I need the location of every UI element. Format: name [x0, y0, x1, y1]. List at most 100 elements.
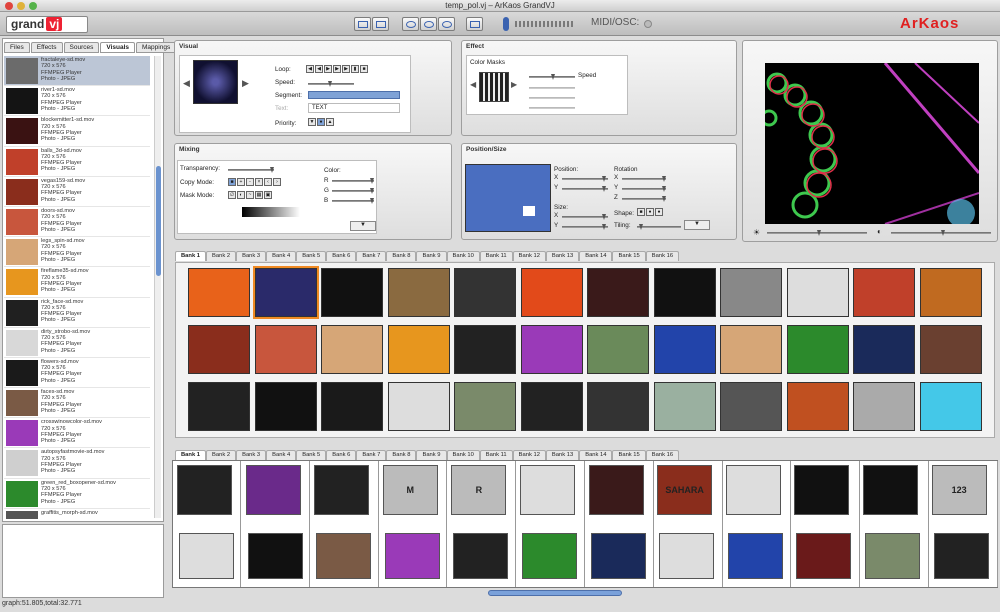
play-icon[interactable]: ▶ [324, 65, 332, 73]
bank-tab[interactable]: Bank 14 [579, 450, 613, 460]
bank-tab[interactable]: Bank 7 [356, 251, 387, 261]
next-visual-icon[interactable]: ▶ [242, 78, 249, 89]
copy-multiply-icon[interactable]: × [255, 178, 263, 186]
visual-cell[interactable] [520, 268, 583, 317]
bank-tab[interactable]: Bank 11 [479, 450, 513, 460]
rot-x-slider[interactable] [622, 176, 666, 182]
mixing-expand-icon[interactable]: ▼ [350, 221, 376, 231]
rot-y-slider[interactable] [622, 186, 666, 192]
bank-tab[interactable]: Bank 1 [175, 450, 207, 460]
sync-button[interactable] [402, 17, 419, 31]
media-item[interactable]: crosswinowcolor-sd.mov 720 x 576 FFMPEG Pl… [4, 418, 150, 449]
key-slot-top[interactable]: SAHARA [657, 465, 713, 515]
mask-luma-icon[interactable]: ◐ [237, 191, 245, 199]
visual-cell[interactable] [454, 325, 516, 374]
copy-prev-icon[interactable]: ‹ [264, 178, 272, 186]
bank-tab[interactable]: Bank 16 [645, 251, 680, 261]
red-slider[interactable] [332, 178, 374, 184]
media-item[interactable]: fractaleye-sd.mov 720 x 576 FFMPEG Player P… [4, 56, 150, 87]
key-slot-bottom[interactable] [933, 533, 989, 579]
bank-tab[interactable]: Bank 8 [386, 450, 417, 460]
media-item[interactable]: dirty_strobo-sd.mov 720 x 576 FFMPEG Playe… [4, 328, 150, 358]
visual-cell[interactable] [188, 325, 250, 374]
bank-tab[interactable]: Bank 12 [512, 251, 546, 261]
visual-cell[interactable] [387, 268, 450, 317]
key-slot-top[interactable] [520, 465, 575, 515]
position-expand-icon[interactable]: ▼ [684, 220, 710, 230]
bank-tab[interactable]: Bank 7 [356, 450, 387, 460]
visual-cell[interactable] [853, 268, 915, 317]
key-slot-bottom[interactable] [453, 533, 509, 579]
visual-cell[interactable] [919, 382, 982, 431]
shape-rect-icon[interactable]: ■ [637, 208, 645, 216]
key-slot-top[interactable]: 123 [931, 465, 987, 515]
key-slot-top[interactable] [794, 465, 850, 515]
media-item[interactable]: doors-sd.mov 720 x 576 FFMPEG Player Photo … [4, 207, 150, 238]
media-item[interactable]: faces-sd.mov 720 x 576 FFMPEG Player Photo … [4, 388, 150, 419]
effect-param-3-slider[interactable] [529, 97, 575, 99]
key-slot-top[interactable] [245, 465, 301, 515]
pause-icon[interactable]: ▮ [351, 65, 359, 73]
zoom-icon[interactable] [29, 2, 37, 10]
key-slot-top[interactable]: R [451, 465, 507, 515]
mask-gradient[interactable] [242, 207, 300, 217]
bank-tab[interactable]: Bank 1 [175, 251, 207, 261]
step-back-icon[interactable]: ◀ [315, 65, 323, 73]
visual-cell[interactable] [454, 268, 516, 317]
brightness-slider[interactable] [767, 230, 867, 236]
bank-tab[interactable]: Bank 15 [612, 251, 646, 261]
bank-tab[interactable]: Bank 4 [266, 251, 297, 261]
key-slot-bottom[interactable] [522, 533, 577, 579]
visual-cell[interactable] [786, 325, 849, 374]
key-slot-top[interactable] [177, 465, 232, 515]
visual-cell[interactable] [587, 382, 649, 431]
priority-up-icon[interactable]: ▲ [326, 118, 334, 126]
visual-cell[interactable] [254, 382, 317, 431]
effect-param-2-slider[interactable] [529, 87, 575, 89]
close-icon[interactable] [5, 2, 13, 10]
bank-tab[interactable]: Bank 13 [545, 450, 580, 460]
media-item[interactable]: river1-sd.mov 720 x 576 FFMPEG Player Photo… [4, 86, 150, 117]
stop-icon[interactable]: ■ [360, 65, 368, 73]
visual-cell[interactable] [587, 325, 649, 374]
prev-visual-icon[interactable]: ◀ [183, 78, 190, 89]
shape-sphere-icon[interactable]: ● [655, 208, 663, 216]
rewind-icon[interactable]: ◀ [306, 65, 314, 73]
visual-cell[interactable] [252, 266, 319, 319]
priority-normal-icon[interactable]: ● [317, 118, 325, 126]
rot-z-slider[interactable] [622, 196, 666, 202]
green-slider[interactable] [332, 188, 374, 194]
layout-1-button[interactable] [372, 17, 389, 31]
bank-tab[interactable]: Bank 6 [326, 450, 357, 460]
media-item[interactable]: vegas159-sd.mov 720 x 576 FFMPEG Player Pho… [4, 177, 150, 207]
key-slot-top[interactable] [863, 465, 918, 515]
key-slot-top[interactable] [588, 465, 644, 515]
fast-forward-icon[interactable]: ▶ [342, 65, 350, 73]
visual-cell[interactable] [853, 325, 915, 374]
visual-cell[interactable] [853, 382, 915, 431]
effect-speed-slider[interactable] [529, 74, 575, 80]
tab-visuals[interactable]: Visuals [100, 42, 136, 53]
key-slot-top[interactable] [725, 465, 781, 515]
media-item[interactable]: legs_spin-sd.mov 720 x 576 FFMPEG Player Ph… [4, 237, 150, 268]
visual-cell[interactable] [919, 268, 982, 317]
visual-cell[interactable] [786, 382, 849, 431]
copy-normal-icon[interactable]: ■ [228, 178, 236, 186]
visual-cell[interactable] [653, 325, 716, 374]
shape-circle-icon[interactable]: ● [646, 208, 654, 216]
scroll-thumb[interactable] [156, 166, 161, 276]
visual-cell[interactable] [387, 325, 450, 374]
key-slot-bottom[interactable] [247, 533, 303, 579]
size-x-slider[interactable] [562, 214, 608, 220]
media-item[interactable]: fireflame35-sd.mov 720 x 576 FFMPEG Player… [4, 267, 150, 298]
mask-none-icon[interactable]: ∅ [228, 191, 236, 199]
bank-tab[interactable]: Bank 10 [446, 450, 480, 460]
bank-tab[interactable]: Bank 3 [236, 450, 267, 460]
key-slot-bottom[interactable] [316, 533, 372, 579]
speed-slider[interactable] [308, 81, 354, 87]
visual-cell[interactable] [919, 325, 982, 374]
visual-cell[interactable] [786, 268, 849, 317]
bank-tab[interactable]: Bank 2 [206, 450, 237, 460]
visual-cell[interactable] [188, 382, 250, 431]
transparency-slider[interactable] [228, 167, 274, 173]
